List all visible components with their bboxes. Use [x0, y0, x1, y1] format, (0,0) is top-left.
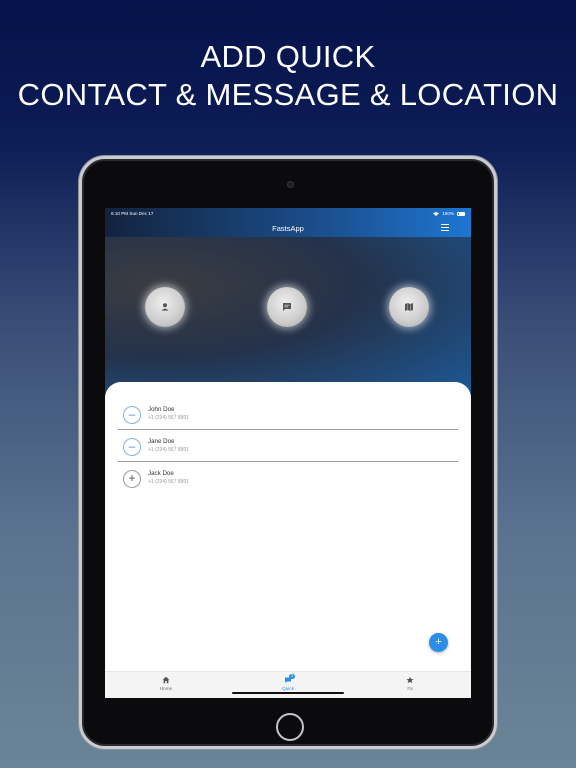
tablet-frame: 6:10 PM Sun Dec 17 100% FastsApp – John …: [79, 156, 497, 749]
remove-contact-button[interactable]: –: [123, 406, 141, 424]
tab-quick[interactable]: 3 Quick: [227, 672, 349, 698]
contact-name: Jane Doe: [148, 438, 175, 445]
tab-home[interactable]: Home: [105, 672, 227, 698]
battery-percent: 100%: [442, 211, 454, 216]
tab-label: Quick: [282, 686, 294, 691]
star-icon: [406, 676, 414, 684]
contact-phone: +1 (234) 567 8901: [148, 447, 190, 453]
tab-label: Fa: [407, 686, 413, 691]
status-time: 6:10 PM: [111, 211, 129, 216]
quick-message-button[interactable]: [267, 287, 307, 327]
contact-row[interactable]: – John Doe +1 (234) 567 8901: [118, 398, 458, 430]
contact-phone: +1 (234) 567 8901: [148, 479, 190, 485]
menu-icon[interactable]: [441, 224, 449, 231]
contact-row[interactable]: – Jane Doe +1 (234) 567 8901: [118, 430, 458, 462]
nav-bar: FastsApp: [105, 219, 471, 237]
battery-icon: [457, 211, 465, 216]
tab-badge: 3: [289, 674, 295, 679]
home-icon: [162, 676, 170, 684]
status-bar: 6:10 PM Sun Dec 17 100%: [105, 208, 471, 219]
remove-contact-button[interactable]: –: [123, 438, 141, 456]
map-icon: [405, 303, 413, 311]
add-quick-button[interactable]: +: [429, 633, 448, 652]
contacts-sheet: – John Doe +1 (234) 567 8901 – Jane Doe …: [105, 382, 471, 682]
add-contact-button[interactable]: +: [123, 470, 141, 488]
headline-line-1: ADD QUICK: [200, 39, 376, 74]
promo-headline: ADD QUICK CONTACT & MESSAGE & LOCATION: [0, 38, 576, 114]
app-screen: 6:10 PM Sun Dec 17 100% FastsApp – John …: [105, 208, 471, 698]
tab-label: Home: [159, 686, 173, 691]
quick-location-button[interactable]: [389, 287, 429, 327]
contact-row[interactable]: + Jack Doe +1 (234) 567 8901: [118, 462, 458, 494]
app-title: FastsApp: [272, 223, 304, 233]
device-home-button: [276, 713, 304, 741]
contact-name: John Doe: [148, 406, 175, 413]
quick-actions-panel: [105, 237, 471, 397]
quick-contact-button[interactable]: [145, 287, 185, 327]
home-indicator: [232, 692, 344, 694]
front-camera: [287, 181, 294, 188]
headline-line-2: CONTACT & MESSAGE & LOCATION: [17, 77, 559, 112]
message-icon: [283, 303, 291, 311]
contact-name: Jack Doe: [148, 470, 174, 477]
tab-favorites[interactable]: Fa: [349, 672, 471, 698]
wifi-icon: [433, 211, 440, 216]
person-icon: [161, 303, 169, 311]
status-date: Sun Dec 17: [129, 211, 154, 216]
contact-phone: +1 (234) 567 8901: [148, 415, 190, 421]
